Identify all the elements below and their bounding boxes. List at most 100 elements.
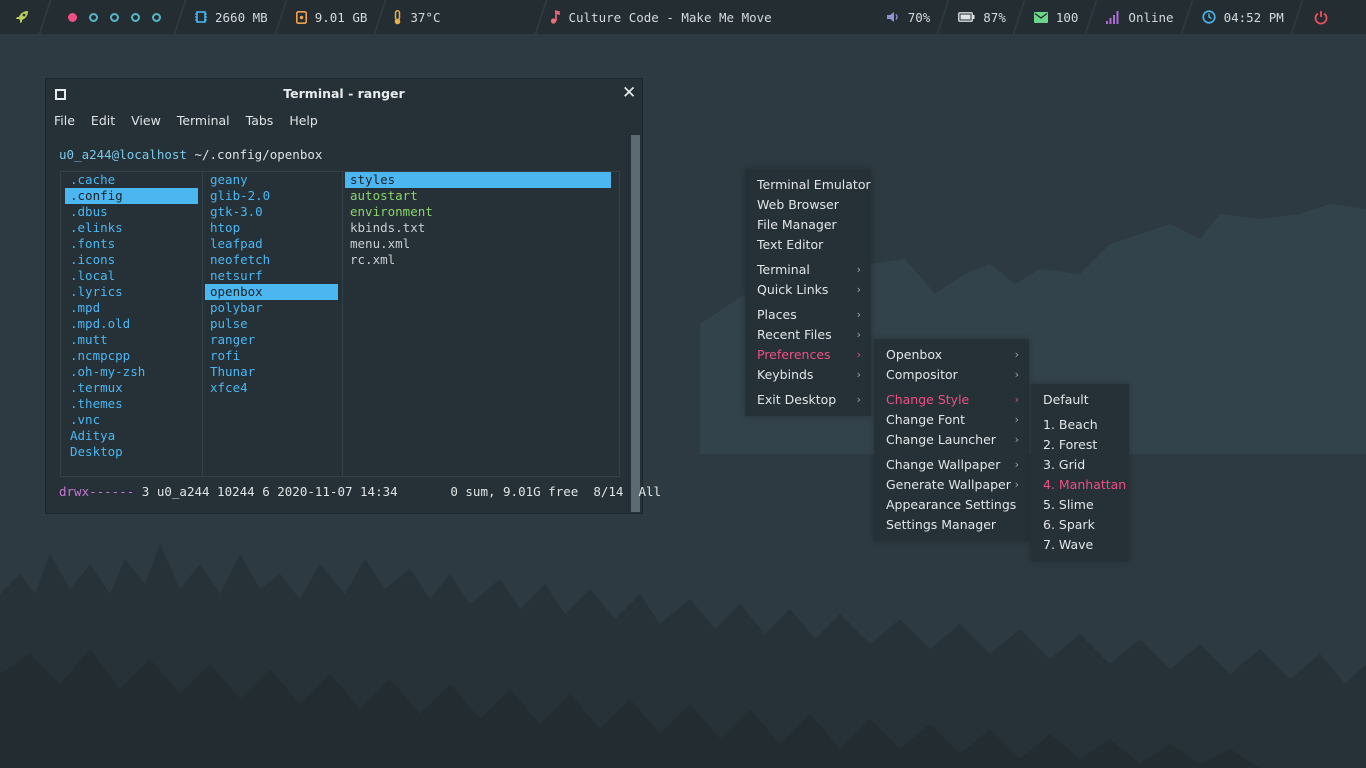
- menu-view[interactable]: View: [123, 110, 169, 132]
- terminal-scrollbar[interactable]: [631, 135, 640, 512]
- file-entry-autostart[interactable]: autostart: [345, 188, 611, 204]
- menu-item-text-editor[interactable]: Text Editor: [745, 235, 871, 255]
- menu-item-places[interactable]: Places ›: [745, 305, 871, 325]
- file-entry-styles[interactable]: styles: [345, 172, 611, 188]
- file-entry-ranger[interactable]: ranger: [205, 332, 338, 348]
- file-entry-menu-xml[interactable]: menu.xml: [345, 236, 611, 252]
- file-entry-leafpad[interactable]: leafpad: [205, 236, 338, 252]
- file-entry-geany[interactable]: geany: [205, 172, 338, 188]
- file-entry-config[interactable]: .config: [65, 188, 198, 204]
- file-entry-icons[interactable]: .icons: [65, 252, 198, 268]
- file-entry-glib-2-0[interactable]: glib-2.0: [205, 188, 338, 204]
- network-module[interactable]: Online: [1090, 0, 1185, 34]
- chevron-right-icon: ›: [856, 393, 861, 406]
- menu-item-terminal-emulator[interactable]: Terminal Emulator: [745, 175, 871, 195]
- parent-directory-column: .cache .config .dbus .elinks .fonts .icons .lo…: [65, 172, 198, 476]
- file-entry-kbinds-txt[interactable]: kbinds.txt: [345, 220, 611, 236]
- menu-edit[interactable]: Edit: [83, 110, 123, 132]
- menu-item-1-beach[interactable]: 1. Beach: [1031, 415, 1129, 435]
- menu-file[interactable]: File: [46, 110, 83, 132]
- file-entry-mpd[interactable]: .mpd: [65, 300, 198, 316]
- temperature-module: 37°C: [379, 0, 540, 34]
- menu-item-compositor[interactable]: Compositor ›: [874, 365, 1029, 385]
- file-entry-desktop[interactable]: Desktop: [65, 444, 198, 460]
- menu-item-file-manager[interactable]: File Manager: [745, 215, 871, 235]
- terminal-titlebar[interactable]: Terminal - ranger ✕: [46, 79, 642, 109]
- menu-item-label: 7. Wave: [1043, 537, 1094, 552]
- workspace-1-indicator[interactable]: [68, 12, 77, 22]
- file-entry-neofetch[interactable]: neofetch: [205, 252, 338, 268]
- workspace-5-indicator[interactable]: [152, 12, 161, 22]
- menu-item-change-font[interactable]: Change Font ›: [874, 410, 1029, 430]
- close-icon[interactable]: ✕: [622, 85, 636, 102]
- file-entry-oh-my-zsh[interactable]: .oh-my-zsh: [65, 364, 198, 380]
- menu-item-settings-manager[interactable]: Settings Manager: [874, 515, 1029, 535]
- file-entry-netsurf[interactable]: netsurf: [205, 268, 338, 284]
- file-entry-elinks[interactable]: .elinks: [65, 220, 198, 236]
- menu-item-3-grid[interactable]: 3. Grid: [1031, 455, 1129, 475]
- preferences-submenu: Openbox › Compositor › Change Style › Change F…: [874, 339, 1029, 541]
- menu-item-quick-links[interactable]: Quick Links ›: [745, 280, 871, 300]
- menu-item-web-browser[interactable]: Web Browser: [745, 195, 871, 215]
- clock-module[interactable]: 04:52 PM: [1186, 0, 1296, 34]
- menu-item-7-wave[interactable]: 7. Wave: [1031, 535, 1129, 555]
- menu-item-5-slime[interactable]: 5. Slime: [1031, 495, 1129, 515]
- clock-time: 04:52 PM: [1223, 9, 1284, 25]
- menu-help[interactable]: Help: [281, 110, 326, 132]
- menu-item-openbox[interactable]: Openbox ›: [874, 345, 1029, 365]
- menu-item-generate-wallpaper[interactable]: Generate Wallpaper ›: [874, 475, 1029, 495]
- mail-module[interactable]: 100: [1018, 0, 1091, 34]
- menu-item-2-forest[interactable]: 2. Forest: [1031, 435, 1129, 455]
- file-entry-rofi[interactable]: rofi: [205, 348, 338, 364]
- menu-item-default[interactable]: Default: [1031, 390, 1129, 410]
- file-entry-environment[interactable]: environment: [345, 204, 611, 220]
- workspace-3-indicator[interactable]: [110, 12, 119, 22]
- file-entry-polybar[interactable]: polybar: [205, 300, 338, 316]
- menu-item-exit-desktop[interactable]: Exit Desktop ›: [745, 390, 871, 410]
- file-entry-lyrics[interactable]: .lyrics: [65, 284, 198, 300]
- menu-tabs[interactable]: Tabs: [238, 110, 282, 132]
- menu-terminal[interactable]: Terminal: [169, 110, 238, 132]
- file-entry-pulse[interactable]: pulse: [205, 316, 338, 332]
- file-entry-aditya[interactable]: Aditya: [65, 428, 198, 444]
- menu-item-change-launcher[interactable]: Change Launcher ›: [874, 430, 1029, 450]
- file-entry-mpd-old[interactable]: .mpd.old: [65, 316, 198, 332]
- file-entry-mutt[interactable]: .mutt: [65, 332, 198, 348]
- menu-item-keybinds[interactable]: Keybinds ›: [745, 365, 871, 385]
- launcher-button[interactable]: [0, 0, 44, 34]
- file-entry-gtk-3-0[interactable]: gtk-3.0: [205, 204, 338, 220]
- file-entry-dbus[interactable]: .dbus: [65, 204, 198, 220]
- menu-item-change-style[interactable]: Change Style ›: [874, 390, 1029, 410]
- workspace-4-indicator[interactable]: [131, 12, 140, 22]
- file-entry-thunar[interactable]: Thunar: [205, 364, 338, 380]
- menu-item-4-manhattan[interactable]: 4. Manhattan: [1031, 475, 1129, 495]
- file-entry-xfce4[interactable]: xfce4: [205, 380, 338, 396]
- menu-item-terminal[interactable]: Terminal ›: [745, 260, 871, 280]
- file-entry-themes[interactable]: .themes: [65, 396, 198, 412]
- volume-module[interactable]: 70%: [872, 0, 943, 34]
- chevron-right-icon: ›: [1014, 433, 1019, 446]
- menu-item-preferences[interactable]: Preferences ›: [745, 345, 871, 365]
- file-entry-openbox[interactable]: openbox: [205, 284, 338, 300]
- now-playing-module[interactable]: Culture Code - Make Me Move: [540, 0, 871, 34]
- chevron-right-icon: ›: [1014, 458, 1019, 471]
- file-entry-ncmpcpp[interactable]: .ncmpcpp: [65, 348, 198, 364]
- thermometer-icon: [395, 9, 401, 24]
- file-entry-termux[interactable]: .termux: [65, 380, 198, 396]
- file-entry-vnc[interactable]: .vnc: [65, 412, 198, 428]
- menu-item-change-wallpaper[interactable]: Change Wallpaper ›: [874, 455, 1029, 475]
- memory-chip-icon: [195, 11, 207, 23]
- file-entry-fonts[interactable]: .fonts: [65, 236, 198, 252]
- menu-item-appearance-settings[interactable]: Appearance Settings: [874, 495, 1029, 515]
- power-button[interactable]: [1296, 0, 1340, 34]
- terminal-body[interactable]: u0_a244@localhost ~/.config/openbox .cac…: [46, 135, 661, 513]
- file-entry-htop[interactable]: htop: [205, 220, 338, 236]
- workspace-2-indicator[interactable]: [89, 12, 98, 22]
- menu-item-recent-files[interactable]: Recent Files ›: [745, 325, 871, 345]
- file-entry-rc-xml[interactable]: rc.xml: [345, 252, 611, 268]
- file-entry-local[interactable]: .local: [65, 268, 198, 284]
- menu-item-label: 4. Manhattan: [1043, 477, 1127, 492]
- file-entry-cache[interactable]: .cache: [65, 172, 198, 188]
- menu-item-label: Preferences: [757, 347, 831, 362]
- menu-item-6-spark[interactable]: 6. Spark: [1031, 515, 1129, 535]
